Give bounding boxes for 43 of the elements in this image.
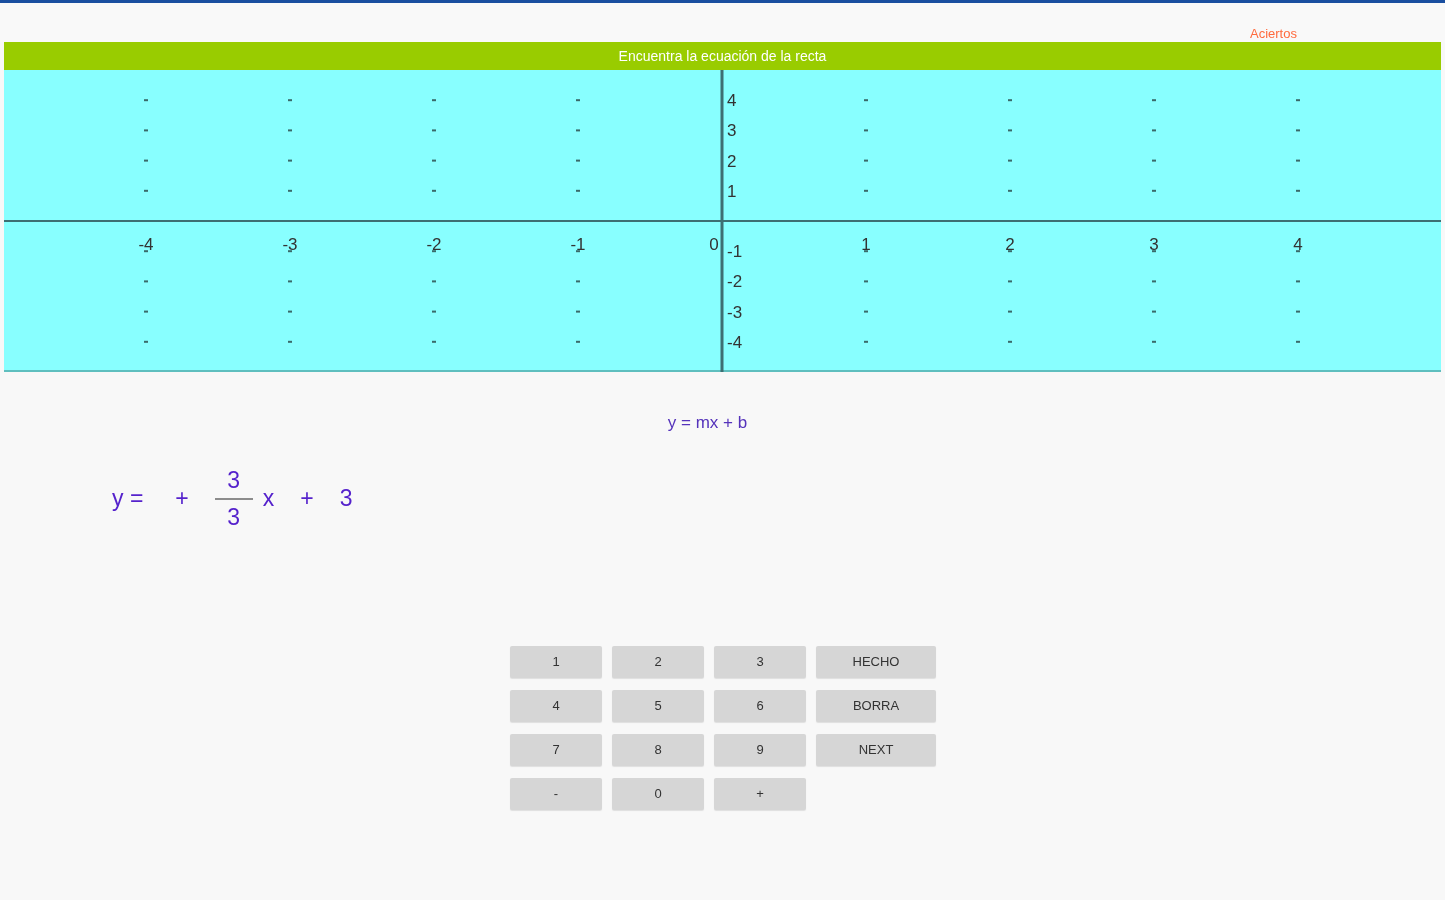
y-axis-label: -1 — [727, 242, 743, 262]
keypad-key[interactable]: BORRA — [816, 689, 936, 722]
keypad-key[interactable]: - — [510, 777, 602, 810]
y-axis-label: 4 — [727, 91, 737, 111]
keypad-key[interactable]: 5 — [612, 689, 704, 722]
x-axis-label: 1 — [861, 235, 871, 254]
y-axis-label: -2 — [727, 272, 743, 292]
equation-lhs: y = — [112, 484, 144, 514]
x-axis-label: 2 — [1005, 235, 1015, 254]
keypad-key[interactable]: 8 — [612, 733, 704, 766]
keypad-key[interactable]: 3 — [714, 645, 806, 678]
title-banner: Encuentra la ecuación de la recta — [4, 42, 1441, 70]
keypad-key[interactable]: + — [714, 777, 806, 810]
keypad-key[interactable]: HECHO — [816, 645, 936, 678]
score-label: Aciertos — [1250, 25, 1297, 43]
equation-operator: + — [300, 484, 314, 514]
formula-hint: y = mx + b — [666, 412, 749, 434]
keypad-key[interactable]: NEXT — [816, 733, 936, 766]
y-axis-label: 2 — [727, 151, 737, 171]
keypad-key[interactable]: 2 — [612, 645, 704, 678]
equation-variable: x — [262, 484, 275, 514]
keypad-key[interactable]: 1 — [510, 645, 602, 678]
x-axis-label: -4 — [138, 235, 154, 254]
x-axis-label: 4 — [1293, 235, 1303, 254]
slope-sign: + — [175, 484, 189, 514]
slope-numerator: 3 — [227, 468, 241, 492]
fraction-bar — [214, 497, 253, 500]
x-axis-label: 3 — [1149, 235, 1159, 254]
keypad-key[interactable]: 7 — [510, 733, 602, 766]
x-axis-label: -1 — [570, 235, 586, 254]
y-axis-label: 1 — [727, 181, 737, 201]
y-axis-label: -3 — [727, 302, 743, 322]
keypad-key[interactable]: 4 — [510, 689, 602, 722]
equation-constant: 3 — [339, 484, 353, 514]
x-axis-label: 0 — [709, 235, 719, 254]
x-axis-label: -2 — [426, 235, 442, 254]
y-axis-label: -4 — [727, 332, 743, 352]
keypad-key[interactable]: 0 — [612, 777, 704, 810]
keypad-key[interactable]: 9 — [714, 733, 806, 766]
x-axis-label: -3 — [282, 235, 298, 254]
slope-denominator: 3 — [227, 505, 241, 529]
keypad-key[interactable]: 6 — [714, 689, 806, 722]
y-axis-label: 3 — [727, 121, 737, 141]
